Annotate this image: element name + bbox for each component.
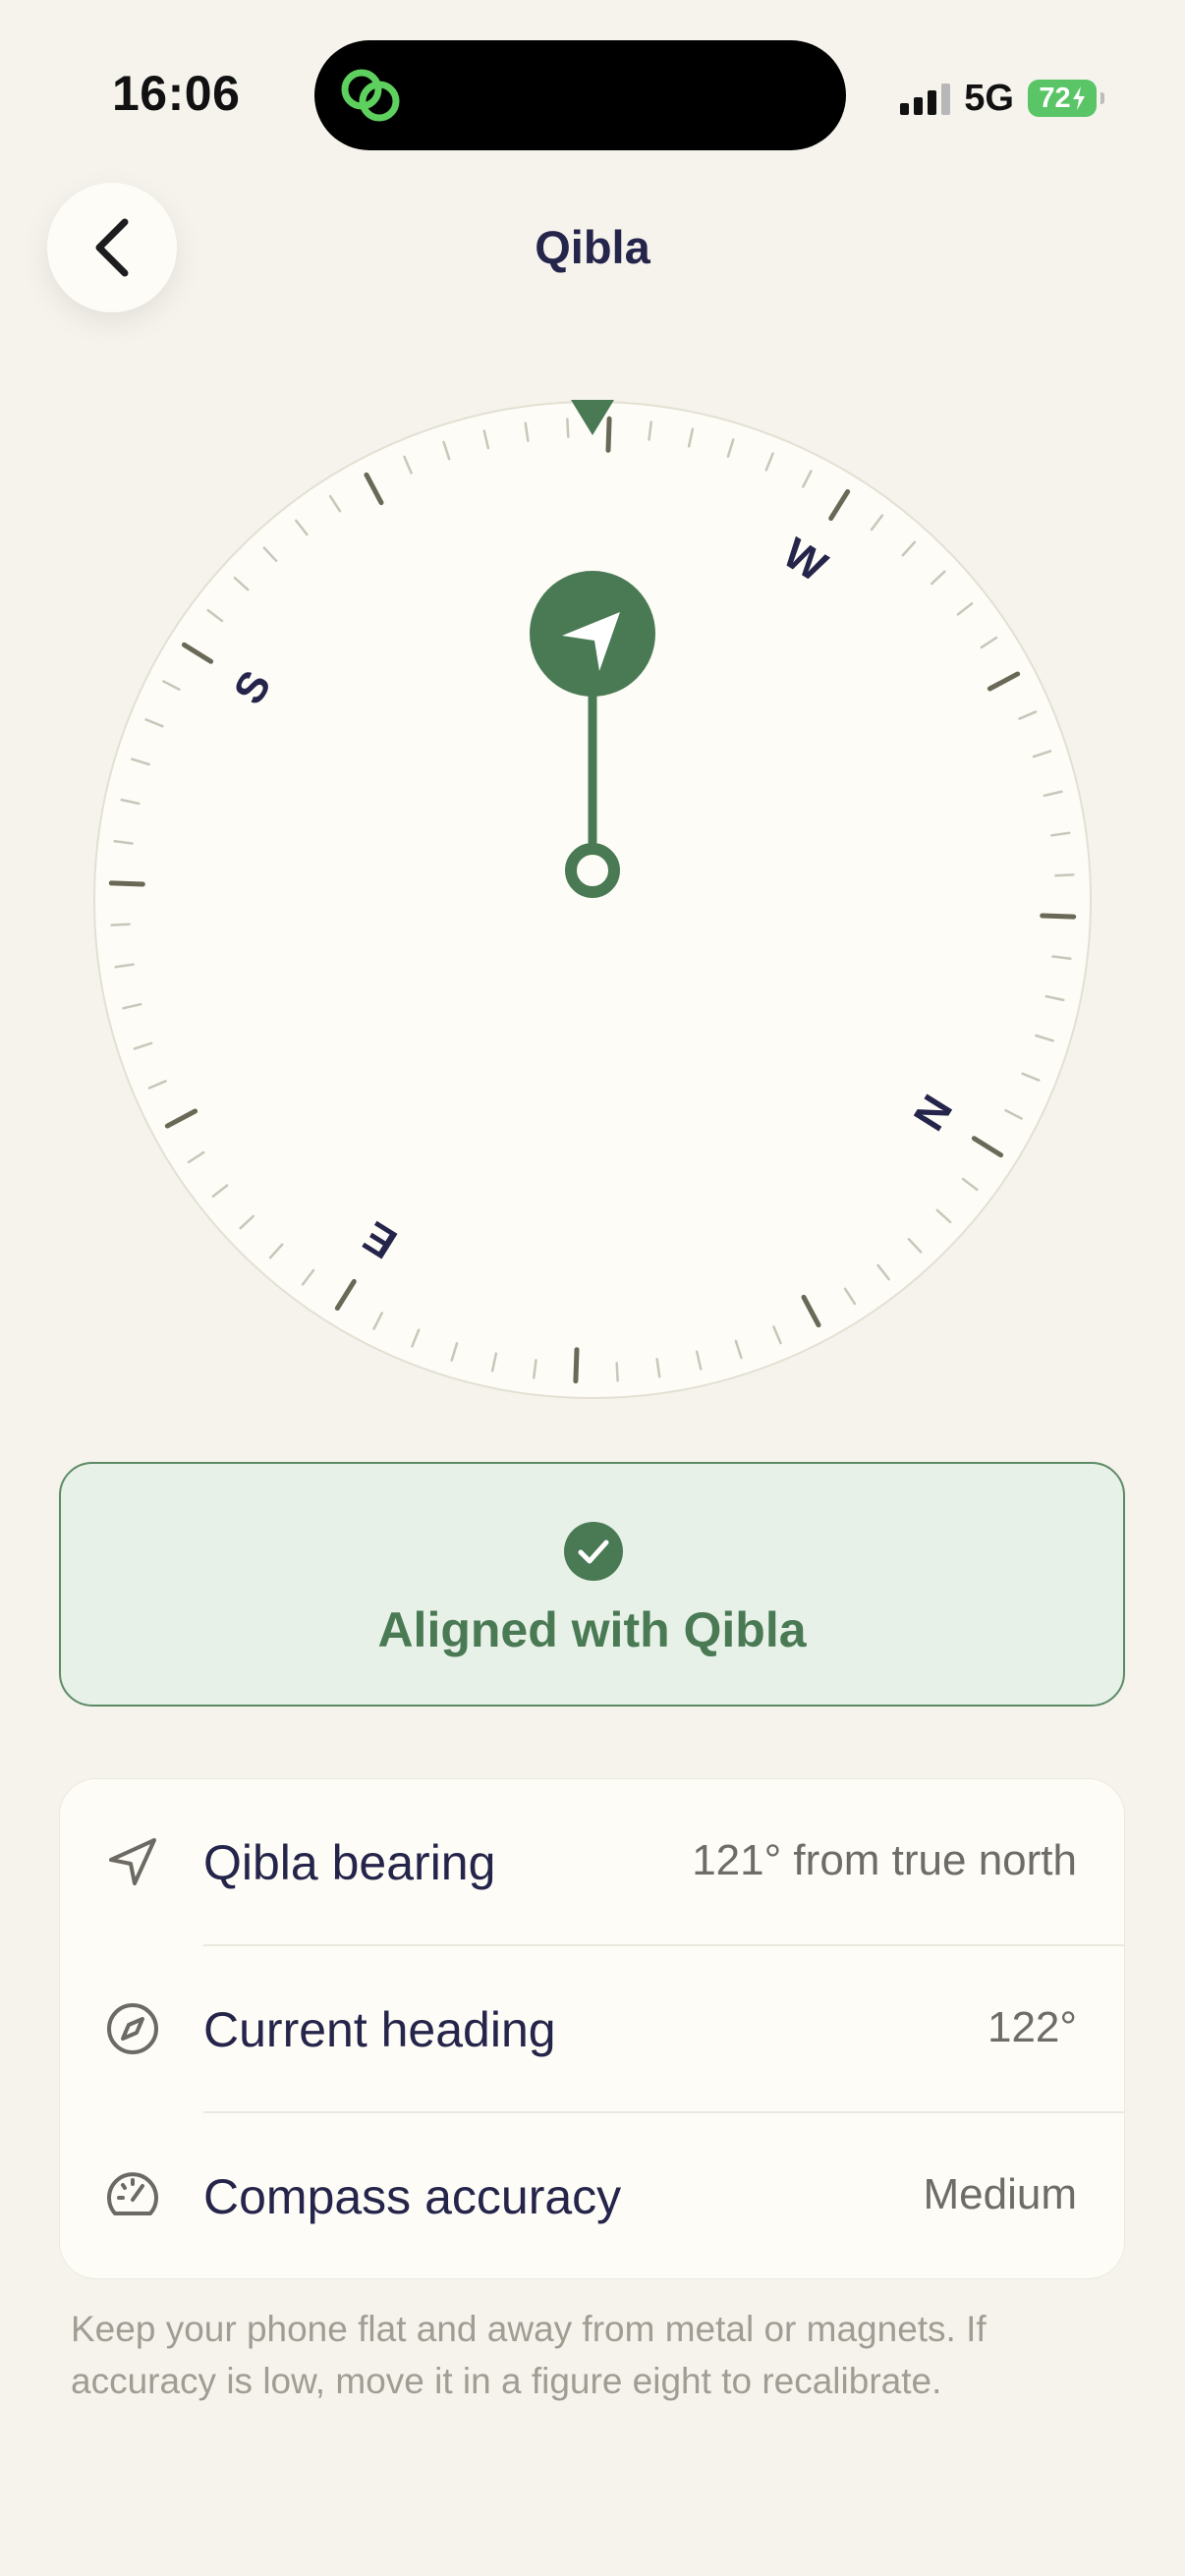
info-row-current-heading: Current heading 122° — [60, 1946, 1124, 2111]
info-value: 122° — [987, 2003, 1077, 2051]
status-bar: 16:06 5G 72 — [0, 0, 1185, 167]
battery-icon: 72 — [1028, 80, 1104, 117]
compass-icon — [107, 2003, 158, 2054]
calibration-hint: Keep your phone flat and away from metal… — [71, 2309, 987, 2401]
network-type: 5G — [964, 77, 1014, 119]
dynamic-island — [314, 40, 846, 150]
compass-dial: NESW — [93, 400, 1092, 1399]
signal-icon — [900, 82, 951, 115]
battery-level: 72 — [1039, 82, 1071, 114]
link-rings-icon — [341, 69, 400, 122]
compass-pivot — [565, 843, 620, 898]
page-title: Qibla — [535, 221, 650, 273]
info-row-compass-accuracy: Compass accuracy Medium — [60, 2113, 1124, 2278]
info-value: Medium — [923, 2170, 1078, 2218]
status-indicators: 5G 72 — [900, 69, 1104, 128]
compass-face — [93, 401, 1092, 1399]
alignment-status-card: Aligned with Qibla — [59, 1462, 1125, 1707]
check-circle-icon — [564, 1522, 623, 1581]
qibla-info-card: Qibla bearing 121° from true north Curre… — [59, 1778, 1125, 2279]
alignment-status-text: Aligned with Qibla — [377, 1602, 807, 1657]
status-time: 16:06 — [112, 66, 241, 121]
info-row-qibla-bearing: Qibla bearing 121° from true north — [60, 1779, 1124, 1944]
speedometer-icon — [107, 2172, 158, 2215]
info-value: 121° from true north — [692, 1836, 1077, 1884]
info-label: Compass accuracy — [203, 2169, 622, 2224]
navigation-arrow-icon — [109, 1838, 156, 1885]
info-label: Qibla bearing — [203, 1835, 496, 1890]
info-label: Current heading — [203, 2002, 556, 2057]
